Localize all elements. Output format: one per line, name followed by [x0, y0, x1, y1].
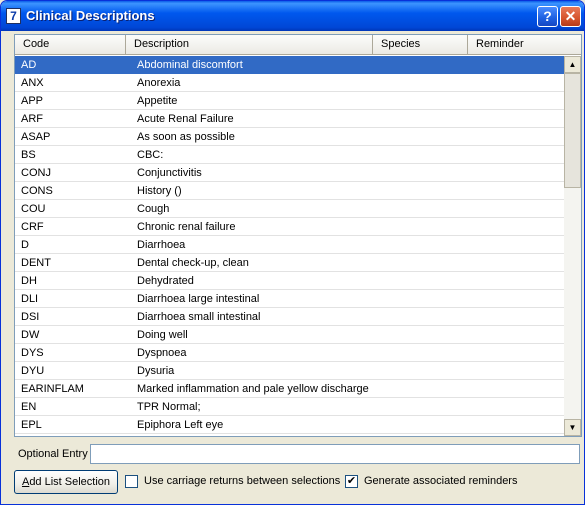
table-row[interactable]: DSI Diarrhoea small intestinal	[15, 308, 564, 326]
generate-reminders-label: Generate associated reminders	[364, 475, 518, 487]
cell-description: Cough	[137, 203, 170, 215]
cell-code: EN	[21, 401, 37, 413]
column-header-species[interactable]: Species	[373, 35, 468, 54]
up-arrow-icon[interactable]: ▲	[564, 56, 581, 73]
cell-code: AD	[21, 59, 37, 71]
table-row[interactable]: CRF Chronic renal failure	[15, 218, 564, 236]
table-row[interactable]: EN TPR Normal;	[15, 398, 564, 416]
table-row[interactable]: ARF Acute Renal Failure	[15, 110, 564, 128]
cell-code: DW	[21, 329, 40, 341]
table-row[interactable]: DH Dehydrated	[15, 272, 564, 290]
clinical-descriptions-list[interactable]: Code Description Species Reminder AD Abdo…	[14, 34, 582, 437]
cell-description: Diarrhoea	[137, 239, 186, 251]
table-row[interactable]: DLI Diarrhoea large intestinal	[15, 290, 564, 308]
list-rows: AD Abdominal discomfort ANX Anorexia APP Appe…	[15, 56, 564, 436]
cell-code: ASAP	[21, 131, 51, 143]
table-row[interactable]: ANX Anorexia	[15, 74, 564, 92]
cell-code: CONS	[21, 185, 53, 197]
table-row[interactable]: APP Appetite	[15, 92, 564, 110]
cell-description: Conjunctivitis	[137, 167, 202, 179]
cell-code: DLI	[21, 293, 39, 305]
app-icon: 7	[6, 8, 21, 24]
cell-description: Dehydrated	[137, 275, 194, 287]
cell-code: DENT	[21, 257, 51, 269]
cell-description: Epiphora Left eye	[137, 419, 224, 431]
cell-description: Marked inflammation and pale yellow disc…	[137, 383, 369, 395]
table-row[interactable]: DW Doing well	[15, 326, 564, 344]
carriage-returns-checkbox[interactable]	[125, 475, 138, 488]
cell-description: Dental check-up, clean	[137, 257, 249, 269]
window-title: Clinical Descriptions	[26, 8, 155, 23]
cell-description: Appetite	[137, 95, 178, 107]
cell-description: History ()	[137, 185, 182, 197]
column-header-code[interactable]: Code	[15, 35, 126, 54]
cell-description: TPR Normal;	[137, 401, 201, 413]
title-bar[interactable]: 7 Clinical Descriptions ? ✕	[1, 1, 584, 31]
carriage-returns-label: Use carriage returns between selections	[144, 475, 341, 487]
cell-code: ANX	[21, 77, 44, 89]
help-button[interactable]: ?	[537, 6, 558, 27]
table-row[interactable]: CONS History ()	[15, 182, 564, 200]
cell-code: CRF	[21, 221, 44, 233]
table-row[interactable]: ASAP As soon as possible	[15, 128, 564, 146]
cell-code: BS	[21, 149, 36, 161]
table-row[interactable]: CONJ Conjunctivitis	[15, 164, 564, 182]
cell-code: CONJ	[21, 167, 51, 179]
cell-code: EPL	[21, 419, 42, 431]
scrollbar-thumb[interactable]	[564, 73, 581, 188]
cell-description: Chronic renal failure	[137, 221, 236, 233]
vertical-scrollbar[interactable]: ▲ ▼	[564, 56, 581, 436]
table-row[interactable]: DYU Dysuria	[15, 362, 564, 380]
add-list-selection-button[interactable]: Add List Selection	[14, 470, 118, 494]
table-row[interactable]: COU Cough	[15, 200, 564, 218]
cell-code: DSI	[21, 311, 40, 323]
table-row[interactable]: BS CBC:	[15, 146, 564, 164]
optional-entry-label: Optional Entry	[18, 448, 88, 460]
table-row[interactable]: AD Abdominal discomfort	[15, 56, 564, 74]
cell-description: Diarrhoea small intestinal	[137, 311, 261, 323]
cell-code: D	[21, 239, 29, 251]
cell-code: DH	[21, 275, 37, 287]
close-button[interactable]: ✕	[560, 6, 581, 27]
table-row[interactable]: EPL Epiphora Left eye	[15, 416, 564, 434]
table-row[interactable]: DYS Dyspnoea	[15, 344, 564, 362]
clinical-descriptions-window: 7 Clinical Descriptions ? ✕ Code Descrip…	[0, 0, 585, 505]
optional-entry-input[interactable]	[90, 444, 580, 464]
cell-description: Diarrhoea large intestinal	[137, 293, 260, 305]
table-row[interactable]: DENT Dental check-up, clean	[15, 254, 564, 272]
cell-description: Dyspnoea	[137, 347, 187, 359]
column-header-description[interactable]: Description	[126, 35, 373, 54]
table-row[interactable]: EARINFLAM Marked inflammation and pale ye…	[15, 380, 564, 398]
cell-description: Abdominal discomfort	[137, 59, 243, 71]
table-row[interactable]: D Diarrhoea	[15, 236, 564, 254]
cell-code: DYU	[21, 365, 45, 377]
cell-description: CBC:	[137, 149, 164, 161]
generate-reminders-checkbox[interactable]: ✔	[345, 475, 358, 488]
cell-code: ARF	[21, 113, 43, 125]
column-header-reminder[interactable]: Reminder	[468, 35, 581, 54]
cell-description: Dysuria	[137, 365, 175, 377]
cell-code: EARINFLAM	[21, 383, 84, 395]
cell-description: Doing well	[137, 329, 188, 341]
cell-description: Anorexia	[137, 77, 181, 89]
down-arrow-icon[interactable]: ▼	[564, 419, 581, 436]
cell-description: Acute Renal Failure	[137, 113, 234, 125]
cell-code: COU	[21, 203, 46, 215]
cell-code: DYS	[21, 347, 44, 359]
cell-description: As soon as possible	[137, 131, 235, 143]
cell-code: APP	[21, 95, 44, 107]
list-header: Code Description Species Reminder	[15, 35, 581, 55]
